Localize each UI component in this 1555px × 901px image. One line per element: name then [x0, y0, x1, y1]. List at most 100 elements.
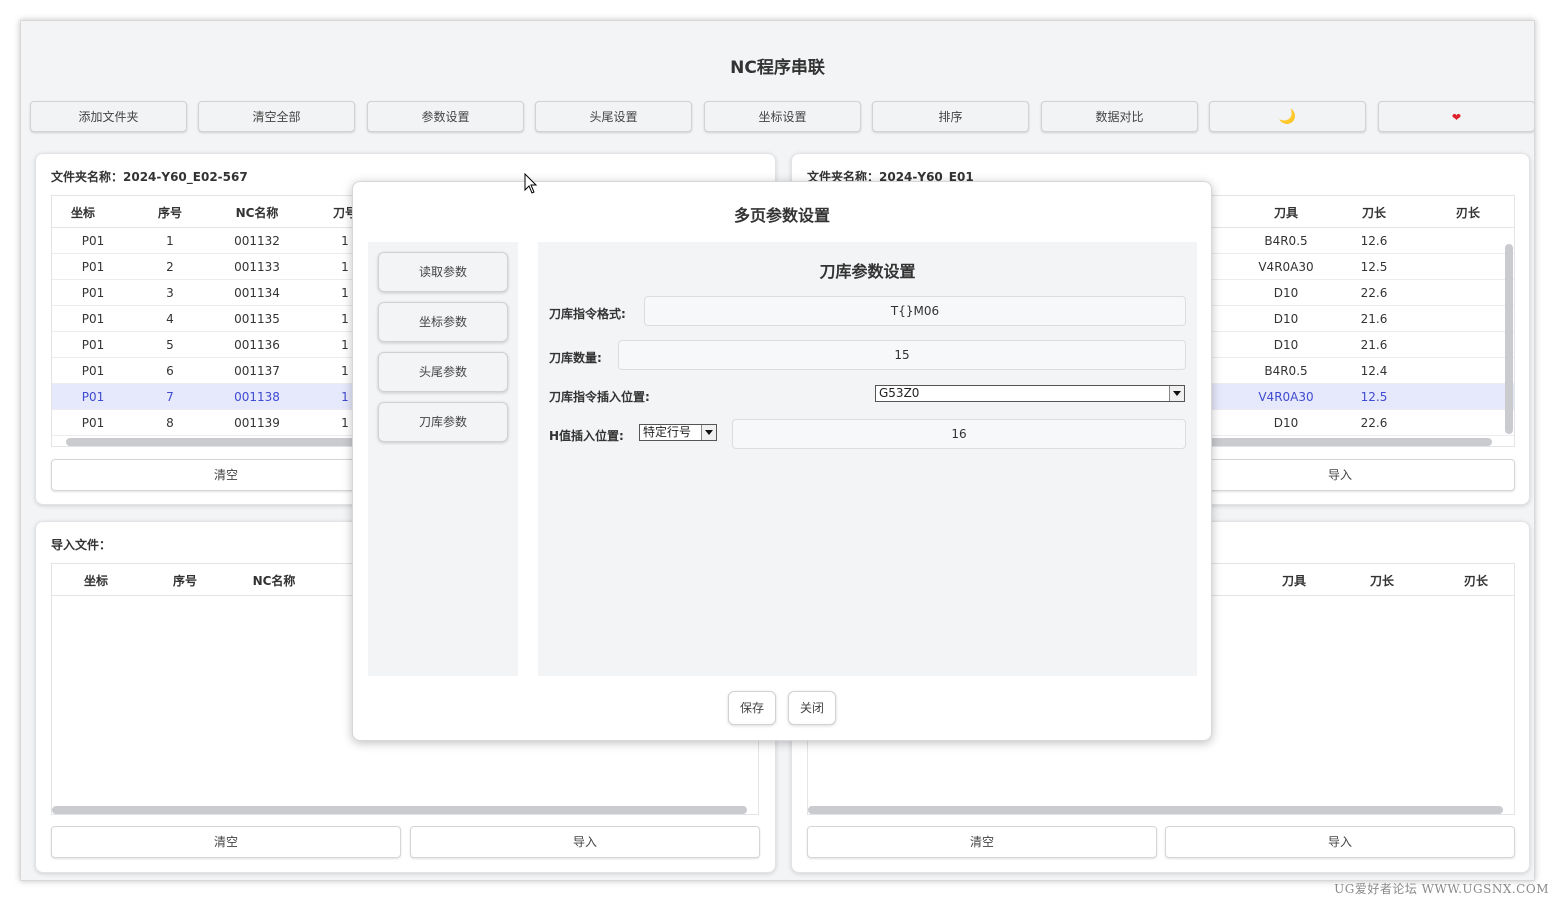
head-tail-settings-button[interactable]: 头尾设置: [535, 101, 692, 132]
table-cell: D10: [1273, 416, 1299, 430]
table-cell: 001136: [234, 338, 280, 352]
table-cell: 8: [166, 416, 174, 430]
clear-button[interactable]: 清空: [51, 459, 401, 491]
table-cell: 6: [166, 364, 174, 378]
table-cell: P01: [81, 364, 105, 378]
cmd-format-input[interactable]: T{}M06: [644, 296, 1186, 326]
table-cell: 1: [341, 390, 349, 404]
h-insert-mode-selected: 特定行号: [643, 425, 692, 439]
table-cell: 12.5: [1360, 260, 1388, 274]
table-cell: 1: [341, 338, 349, 352]
clear-button[interactable]: 清空: [51, 826, 401, 858]
import-button[interactable]: 导入: [410, 826, 760, 858]
insert-pos-select[interactable]: G53Z0: [875, 385, 1185, 402]
vertical-scrollbar[interactable]: [1505, 244, 1513, 434]
table-cell: P01: [81, 286, 105, 300]
table-cell: P01: [81, 338, 105, 352]
coord-settings-button[interactable]: 坐标设置: [704, 101, 861, 132]
theme-toggle-button[interactable]: 🌙: [1209, 101, 1366, 132]
insert-pos-selected: G53Z0: [879, 386, 920, 400]
table-cell: 001132: [234, 234, 280, 248]
h-insert-input[interactable]: 16: [732, 419, 1186, 449]
insert-pos-label: 刀库指令插入位置:: [549, 390, 650, 404]
table-cell: 1: [341, 312, 349, 326]
tab-read-params[interactable]: 读取参数: [378, 252, 508, 292]
horizontal-scrollbar[interactable]: [808, 806, 1503, 814]
tab-head-tail-params[interactable]: 头尾参数: [378, 352, 508, 392]
table-cell: D10: [1273, 312, 1299, 326]
table-cell: 001133: [234, 260, 280, 274]
col-tool-length: 刀长: [1369, 574, 1395, 588]
tab-tool-magazine-params[interactable]: 刀库参数: [378, 402, 508, 442]
table-cell: B4R0.5: [1264, 364, 1308, 378]
table-cell: 1: [341, 416, 349, 430]
table-cell: 2: [166, 260, 174, 274]
import-button[interactable]: 导入: [1165, 826, 1515, 858]
tab-coord-params[interactable]: 坐标参数: [378, 302, 508, 342]
save-button[interactable]: 保存: [728, 691, 776, 725]
table-cell: 4: [166, 312, 174, 326]
table-cell: 5: [166, 338, 174, 352]
table-cell: 12.6: [1360, 234, 1388, 248]
h-insert-label: H值插入位置:: [549, 429, 624, 443]
horizontal-scrollbar[interactable]: [1208, 438, 1492, 446]
col-index: 序号: [172, 574, 198, 588]
table-cell: D10: [1273, 338, 1299, 352]
sort-button[interactable]: 排序: [872, 101, 1029, 132]
heart-button[interactable]: ❤: [1378, 101, 1534, 132]
data-compare-button[interactable]: 数据对比: [1041, 101, 1198, 132]
table-cell: 1: [341, 260, 349, 274]
folder-name-label: 文件夹名称：2024-Y60_E02-567: [51, 170, 248, 184]
table-cell: P01: [81, 416, 105, 430]
import-file-label: 导入文件：: [51, 538, 112, 552]
dialog-title: 多页参数设置: [733, 206, 830, 225]
app-title: NC程序串联: [730, 58, 825, 78]
heart-icon: ❤: [1451, 111, 1462, 124]
cmd-format-label: 刀库指令格式:: [549, 307, 626, 321]
table-cell: 22.6: [1360, 416, 1388, 430]
table-cell: 001139: [234, 416, 280, 430]
horizontal-scrollbar[interactable]: [52, 806, 747, 814]
table-cell: 12.5: [1360, 390, 1388, 404]
section-title: 刀库参数设置: [819, 262, 916, 281]
import-button[interactable]: 导入: [1165, 459, 1515, 491]
dialog-content: 刀库参数设置 刀库指令格式: T{}M06 刀库数量: 15 刀库指令插入位置:…: [538, 242, 1197, 676]
h-insert-mode-select[interactable]: 特定行号: [639, 424, 717, 441]
table-cell: 1: [166, 234, 174, 248]
count-input[interactable]: 15: [618, 340, 1186, 370]
col-nc-name: NC名称: [235, 206, 279, 220]
dialog-sidebar: 读取参数 坐标参数 头尾参数 刀库参数: [368, 242, 518, 676]
col-coord: 坐标: [70, 206, 96, 220]
multi-page-settings-dialog: 多页参数设置 读取参数 坐标参数 头尾参数 刀库参数 刀库参数设置 刀库指令格式…: [352, 181, 1212, 741]
table-cell: 1: [341, 364, 349, 378]
col-index: 序号: [157, 206, 183, 220]
table-cell: P01: [81, 312, 105, 326]
table-cell: 001137: [234, 364, 280, 378]
watermark: UG爱好者论坛 WWW.UGSNX.COM: [1334, 882, 1549, 896]
count-label: 刀库数量:: [549, 351, 602, 365]
clear-button[interactable]: 清空: [807, 826, 1157, 858]
moon-icon: 🌙: [1278, 109, 1297, 125]
table-cell: 1: [341, 286, 349, 300]
toolbar: 添加文件夹 清空全部 参数设置 头尾设置 坐标设置 排序 数据对比 🌙 ❤: [30, 101, 1534, 133]
dropdown-arrow-icon: [701, 425, 716, 440]
table-cell: 7: [166, 390, 174, 404]
clear-all-button[interactable]: 清空全部: [198, 101, 355, 132]
horizontal-scrollbar[interactable]: [66, 438, 396, 446]
add-folder-button[interactable]: 添加文件夹: [30, 101, 187, 132]
table-cell: B4R0.5: [1264, 234, 1308, 248]
table-cell: 21.6: [1360, 338, 1388, 352]
table-cell: V4R0A30: [1258, 390, 1314, 404]
col-tool: 刀具: [1273, 206, 1299, 220]
table-cell: 12.4: [1360, 364, 1388, 378]
col-edge-length: 刃长: [1463, 574, 1489, 588]
col-edge-length: 刃长: [1455, 206, 1481, 220]
table-cell: 22.6: [1360, 286, 1388, 300]
col-nc-name: NC名称: [252, 574, 296, 588]
close-button[interactable]: 关闭: [788, 691, 836, 725]
table-cell: 001134: [234, 286, 280, 300]
param-settings-button[interactable]: 参数设置: [367, 101, 524, 132]
col-tool: 刀具: [1281, 574, 1307, 588]
table-cell: 001135: [234, 312, 280, 326]
table-cell: D10: [1273, 286, 1299, 300]
